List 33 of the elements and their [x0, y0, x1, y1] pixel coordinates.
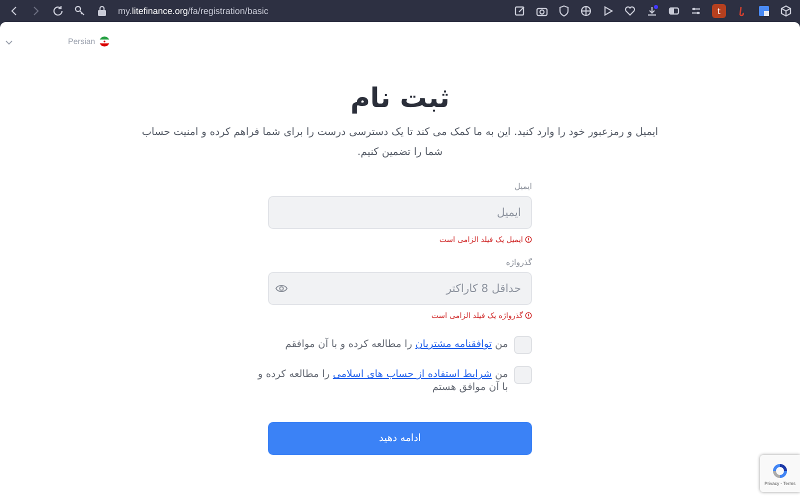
cube-icon[interactable]	[780, 5, 792, 17]
email-field[interactable]: ایمیل	[268, 196, 532, 229]
password-field[interactable]: حداقل 8 کاراکتر	[268, 272, 532, 305]
agreement-link[interactable]: شرایط استفاده از حساب های اسلامی	[332, 369, 492, 380]
sliders-icon[interactable]	[690, 5, 702, 17]
play-icon[interactable]	[602, 5, 614, 17]
sidebar-icon[interactable]	[668, 5, 680, 17]
error-icon	[525, 312, 532, 319]
heart-icon[interactable]	[624, 5, 636, 17]
address-bar-url[interactable]: my.litefinance.org/fa/registration/basic	[118, 6, 268, 16]
camera-icon[interactable]	[536, 5, 548, 17]
continue-button[interactable]: ادامه دهید	[268, 422, 532, 455]
edit-icon[interactable]	[514, 5, 526, 17]
eye-icon[interactable]	[275, 282, 288, 295]
agreement-text: من شرایط استفاده از حساب های اسلامی را مطالعه کرده و با آن موافق هستم	[256, 368, 508, 394]
profile-avatar[interactable]: t	[712, 4, 726, 18]
agreement-link[interactable]: توافقنامه مشتریان	[415, 339, 492, 350]
field-label: گذرواژه	[506, 258, 532, 267]
reload-icon[interactable]	[52, 5, 64, 17]
shield-icon[interactable]	[558, 5, 570, 17]
error-icon	[525, 236, 532, 243]
checkbox[interactable]	[514, 336, 532, 354]
agreement-text: من توافقنامه مشتریان را مطالعه کرده و با آن موافقم	[285, 338, 508, 351]
download-icon[interactable]	[646, 5, 658, 17]
flag-icon[interactable]	[99, 36, 110, 47]
lock-icon	[96, 5, 108, 17]
intro-text: ایمیل و رمزعبور خود را وارد کنید. این به ما کمک می کند تا یک دسترسی درست را برای شما فراهم کرده و امنیت حساب شما را تضمین کنیم.	[140, 125, 660, 160]
field-label: ایمیل	[514, 182, 532, 191]
checkbox[interactable]	[514, 366, 532, 384]
page-title: ثبت نام	[350, 83, 450, 114]
key-icon[interactable]	[74, 5, 86, 17]
language-label[interactable]: Persian	[68, 37, 96, 46]
recaptcha-icon	[771, 462, 789, 480]
